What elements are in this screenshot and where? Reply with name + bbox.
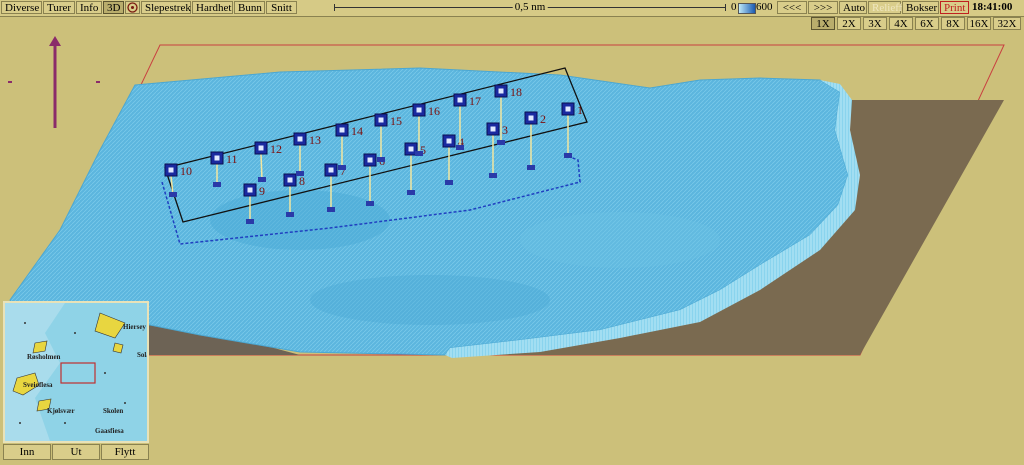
marker-base [286,212,294,217]
zoom-32x[interactable]: 32X [993,17,1021,30]
bathymetry-3d-view[interactable]: 123456789101112131415161718 [0,0,1024,465]
marker-base [445,180,453,185]
marker-base [377,157,385,162]
marker-box-center [416,107,422,113]
marker-base [213,182,221,187]
map-label-rosholmen: Røsholmen [27,353,61,361]
print-button[interactable]: Print [940,1,969,14]
marker-base [258,177,266,182]
menu-bunn[interactable]: Bunn [234,1,265,14]
marker-box-center [214,155,220,161]
zoom-2x[interactable]: 2X [837,17,861,30]
marker-box-center [168,167,174,173]
menu-hardhet[interactable]: Hardhet [192,1,233,14]
menu-diverse[interactable]: Diverse [1,1,42,14]
marker-base [415,151,423,156]
marker-box-center [328,167,334,173]
menu-3d[interactable]: 3D [103,1,124,14]
marker-label: 1 [577,103,583,117]
marker-base [527,165,535,170]
marker-base [456,145,464,150]
marker-base [564,153,572,158]
marker-box-center [528,115,534,121]
marker-box-center [446,138,452,144]
marker-base [497,140,505,145]
zoom-1x[interactable]: 1X [811,17,835,30]
depth-min-label: 0 [731,1,737,13]
depth-max-label: 600 [756,1,773,13]
bokser-button[interactable]: Bokser [902,1,939,14]
marker-base [169,192,177,197]
marker-label: 15 [390,114,402,128]
zoom-8x[interactable]: 8X [941,17,965,30]
marker-base [366,201,374,206]
marker-box-center [408,146,414,152]
marker-box-center [498,88,504,94]
marker-label: 17 [469,94,481,108]
marker-base [338,165,346,170]
marker-pole [260,153,263,181]
auto-button[interactable]: Auto [839,1,867,14]
marker-box-center [457,97,463,103]
menu-slepestrek[interactable]: Slepestrek [141,1,191,14]
marker-label: 12 [270,142,282,156]
marker-box-center [490,126,496,132]
map-zoom-out-button[interactable]: Ut [52,444,100,460]
marker-base [489,173,497,178]
marker-box-center [287,177,293,183]
marker-label: 3 [502,123,508,137]
marker-base [296,171,304,176]
clock: 18:41:00 [972,1,1013,13]
marker-base [407,190,415,195]
menu-snitt[interactable]: Snitt [266,1,297,14]
menu-info[interactable]: Info [76,1,102,14]
menu-turer[interactable]: Turer [43,1,75,14]
marker-box-center [367,157,373,163]
map-label-sola: Sola [137,351,149,359]
marker-label: 8 [299,174,305,188]
map-label-sveioflesa: Sveioflesa [23,381,53,389]
map-label-gaasfiesa: Gaasfiesa [95,427,124,435]
map-move-button[interactable]: Flytt [101,444,149,460]
marker-label: 2 [540,112,546,126]
marker-label: 18 [510,85,522,99]
relieff-button[interactable]: Relieff [868,1,902,14]
marker-box-center [565,106,571,112]
zoom-16x[interactable]: 16X [967,17,991,30]
map-zoom-in-button[interactable]: Inn [3,444,51,460]
scale-bar: 0,5 nm [334,1,726,14]
map-label-kjolsvaer: Kjølsvær [47,407,75,415]
vertical-axis-arrow[interactable] [8,36,108,132]
scale-label: 0,5 nm [512,1,548,14]
marker-label: 10 [180,164,192,178]
overview-map-controls: Inn Ut Flytt [3,444,149,461]
nav-forward-button[interactable]: >>> [808,1,838,14]
zoom-6x[interactable]: 6X [915,17,939,30]
zoom-4x[interactable]: 4X [889,17,913,30]
marker-label: 9 [259,184,265,198]
marker-base [327,207,335,212]
marker-box-center [378,117,384,123]
marker-label: 11 [226,152,238,166]
depth-color-scale [738,3,756,14]
zoom-3x[interactable]: 3X [863,17,887,30]
marker-box-center [339,127,345,133]
marker-box-center [258,145,264,151]
compass-icon [127,2,138,13]
main-toolbar: Diverse Turer Info 3D Slepestrek Hardhet… [0,0,1024,17]
marker-label: 13 [309,133,321,147]
map-label-skolen: Skolen [103,407,124,415]
marker-box-center [297,136,303,142]
marker-label: 14 [351,124,363,138]
overview-map[interactable]: Røsholmen Sveioflesa Kjølsvær Skolen Gaa… [3,301,149,443]
marker-label: 16 [428,104,440,118]
nav-back-button[interactable]: <<< [777,1,807,14]
marker-box-center [247,187,253,193]
map-label-hiersey: Hiersey [123,323,146,331]
marker-base [246,219,254,224]
compass-button[interactable] [125,1,140,14]
